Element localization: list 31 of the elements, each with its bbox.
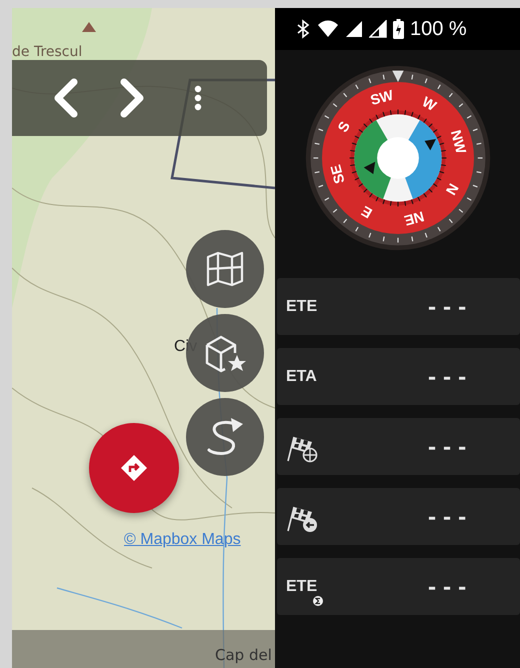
- compass-direction-label: SE: [328, 162, 348, 186]
- stat-value: ---: [426, 294, 472, 318]
- battery-icon: [393, 19, 404, 39]
- compass-direction-label: SW: [368, 88, 395, 110]
- folded-map-icon: [205, 251, 245, 287]
- more-icon: [193, 85, 203, 111]
- signal-icon: [345, 20, 363, 38]
- compass-direction-label: E: [358, 202, 375, 221]
- place-label: Cap del: [215, 646, 272, 664]
- compass-direction-label: NW: [446, 128, 468, 156]
- stat-label: ETA: [286, 368, 317, 386]
- compass-direction-label: N: [441, 180, 460, 198]
- compass-direction-label: W: [418, 94, 438, 115]
- stat-value: ---: [426, 504, 472, 528]
- sum-badge-icon: [313, 596, 323, 606]
- more-options-button[interactable]: [193, 85, 203, 111]
- compass-direction-label: NE: [402, 207, 426, 228]
- place-label: de Trescul: [12, 44, 82, 60]
- bluetooth-icon: [295, 19, 311, 39]
- stat-label: ETE: [286, 298, 318, 316]
- stat-value: ---: [426, 574, 472, 598]
- signal-icon: [369, 20, 387, 38]
- stat-value: ---: [426, 434, 472, 458]
- turn-sign-icon: [120, 454, 148, 482]
- stat-value: ---: [426, 364, 472, 388]
- heading-pointer-icon: [392, 70, 404, 82]
- compass-direction-label: S: [334, 119, 354, 136]
- battery-percentage: 100 %: [410, 18, 467, 40]
- stat-label: ETE: [286, 578, 318, 596]
- box-star-icon: [203, 333, 247, 373]
- wifi-icon: [317, 20, 339, 38]
